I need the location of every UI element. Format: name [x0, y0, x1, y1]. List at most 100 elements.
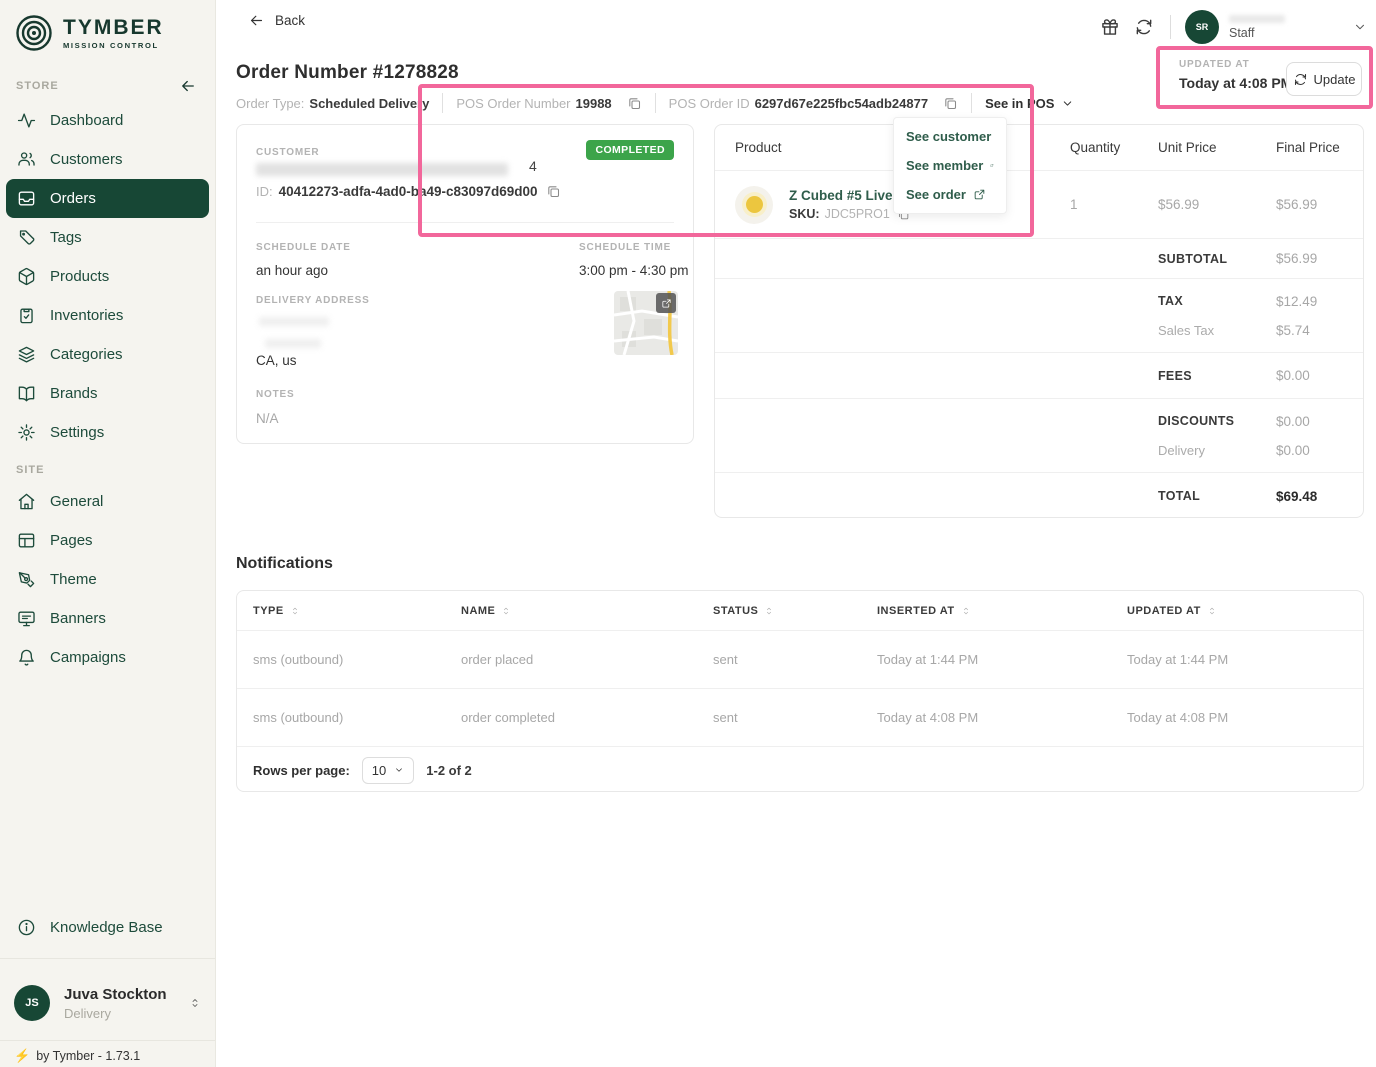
info-icon [18, 919, 35, 936]
product-image [745, 196, 763, 213]
customer-id-label: ID: [256, 184, 273, 199]
sidebar-item-label: Knowledge Base [50, 919, 163, 936]
tymber-logo-icon [16, 15, 52, 51]
sidebar-item-products[interactable]: Products [6, 257, 209, 296]
gift-icon[interactable] [1100, 17, 1120, 37]
rows-per-page-value: 10 [371, 762, 387, 778]
item-final-price: $56.99 [1276, 197, 1318, 212]
cell-updated-at: Today at 4:08 PM [1127, 710, 1229, 725]
sidebar-item-dashboard[interactable]: Dashboard [6, 101, 209, 140]
sidebar-item-categories[interactable]: Categories [6, 335, 209, 374]
sort-icon[interactable] [1207, 604, 1217, 618]
sidebar-item-label: Tags [50, 229, 82, 246]
sidebar-item-tags[interactable]: Tags [6, 218, 209, 257]
sort-icon[interactable] [764, 604, 774, 618]
avatar: SR [1185, 10, 1219, 44]
back-button[interactable]: Back [248, 12, 305, 29]
discounts-value: $0.00 [1276, 413, 1310, 429]
total-row: TOTAL $69.48 [715, 473, 1363, 519]
sort-icon[interactable] [501, 604, 511, 618]
sidebar-item-label: General [50, 493, 104, 510]
copy-icon[interactable] [943, 96, 958, 111]
sidebar-item-orders[interactable]: Orders [6, 179, 209, 218]
divider [654, 93, 656, 113]
sidebar-item-campaigns[interactable]: Campaigns [6, 638, 209, 677]
app-version: ⚡ by Tymber - 1.73.1 [14, 1048, 140, 1064]
customer-name-fragment: 4 [529, 158, 537, 174]
sidebar-item-label: Dashboard [50, 112, 124, 129]
sidebar-item-general[interactable]: General [6, 482, 209, 521]
site-section-label: SITE [16, 464, 45, 476]
user-menu[interactable]: JS Juva Stockton Delivery [0, 972, 215, 1034]
table-row: sms (outbound) order completed sent Toda… [237, 689, 1363, 747]
staff-menu[interactable]: SR Staff [1185, 10, 1367, 44]
sidebar-item-inventories[interactable]: Inventories [6, 296, 209, 335]
table-row: sms (outbound) order placed sent Today a… [237, 631, 1363, 689]
cell-type: sms (outbound) [253, 652, 344, 667]
cell-status: sent [713, 652, 738, 667]
refresh-icon[interactable] [1134, 17, 1154, 37]
monitor-icon [18, 611, 35, 627]
home-icon [18, 493, 35, 510]
menu-item-see-order[interactable]: See order [894, 180, 1006, 209]
refresh-icon [1294, 73, 1306, 85]
sidebar-item-customers[interactable]: Customers [6, 140, 209, 179]
sidebar: TYMBER MISSION CONTROL STORE Dashboard C… [0, 0, 216, 1067]
sidebar-item-knowledge-base[interactable]: Knowledge Base [6, 908, 209, 947]
sidebar-item-pages[interactable]: Pages [6, 521, 209, 560]
expand-map-button[interactable] [656, 293, 676, 313]
sales-tax-row: Sales Tax $5.74 [715, 323, 1363, 353]
store-section-label: STORE [16, 80, 59, 92]
order-type-value: Scheduled Delivery [309, 95, 430, 111]
customer-id-value: 40412273-adfa-4ad0-ba49-c83097d69d00 [278, 184, 538, 199]
pos-order-number-value: 19988 [575, 95, 612, 111]
brand-logo: TYMBER MISSION CONTROL [0, 0, 215, 59]
users-icon [18, 152, 35, 166]
notifications-header-row: TYPE NAME STATUS INSERTED AT UPDATED AT [237, 591, 1363, 631]
map-thumbnail[interactable] [614, 291, 678, 355]
notes-label: NOTES [256, 389, 295, 400]
copy-icon[interactable] [546, 184, 561, 199]
layers-icon [18, 346, 35, 363]
sidebar-item-brands[interactable]: Brands [6, 374, 209, 413]
external-link-icon [661, 298, 671, 308]
delivery-discount-row: Delivery $0.00 [715, 443, 1363, 473]
delivery-discount-value: $0.00 [1276, 443, 1310, 458]
sidebar-item-theme[interactable]: Theme [6, 560, 209, 599]
menu-item-see-member[interactable]: See member [894, 151, 1006, 180]
see-in-pos-dropdown[interactable]: See in POS [985, 96, 1074, 111]
chevron-down-icon [1064, 100, 1072, 106]
avatar-initials: JS [25, 997, 39, 1009]
menu-item-see-customer[interactable]: See customer [894, 122, 1006, 151]
collapse-sidebar-icon[interactable] [179, 77, 197, 95]
items-header-row: Product Quantity Unit Price Final Price [715, 125, 1363, 171]
discounts-label: DISCOUNTS [1158, 414, 1235, 428]
sort-icon[interactable] [961, 604, 971, 618]
copy-icon[interactable] [627, 96, 642, 111]
staff-role: Staff [1229, 25, 1255, 40]
menu-item-label: See customer [906, 129, 992, 144]
sidebar-item-label: Inventories [50, 307, 124, 324]
sales-tax-label: Sales Tax [1158, 323, 1215, 338]
sidebar-item-banners[interactable]: Banners [6, 599, 209, 638]
redacted-address-line [259, 317, 329, 326]
delivery-address-label: DELIVERY ADDRESS [256, 295, 370, 306]
rows-per-page-select[interactable]: 10 [361, 756, 415, 784]
activity-icon [17, 113, 36, 128]
layout-icon [18, 533, 35, 548]
update-button[interactable]: Update [1286, 62, 1362, 96]
sidebar-item-settings[interactable]: Settings [6, 413, 209, 452]
external-link-icon [990, 164, 994, 167]
pen-icon [18, 572, 35, 588]
sidebar-item-label: Customers [50, 151, 123, 168]
sort-icon[interactable] [290, 604, 300, 618]
cell-inserted-at: Today at 1:44 PM [877, 652, 979, 667]
back-label: Back [275, 13, 306, 28]
divider [442, 93, 444, 113]
pagination-range: 1-2 of 2 [426, 762, 472, 778]
redacted-address-line [265, 339, 321, 348]
updated-at-label: UPDATED AT [1179, 59, 1250, 70]
menu-item-label: See order [906, 187, 966, 202]
lightning-icon: ⚡ [14, 1048, 31, 1063]
chevron-down-icon [396, 768, 403, 772]
